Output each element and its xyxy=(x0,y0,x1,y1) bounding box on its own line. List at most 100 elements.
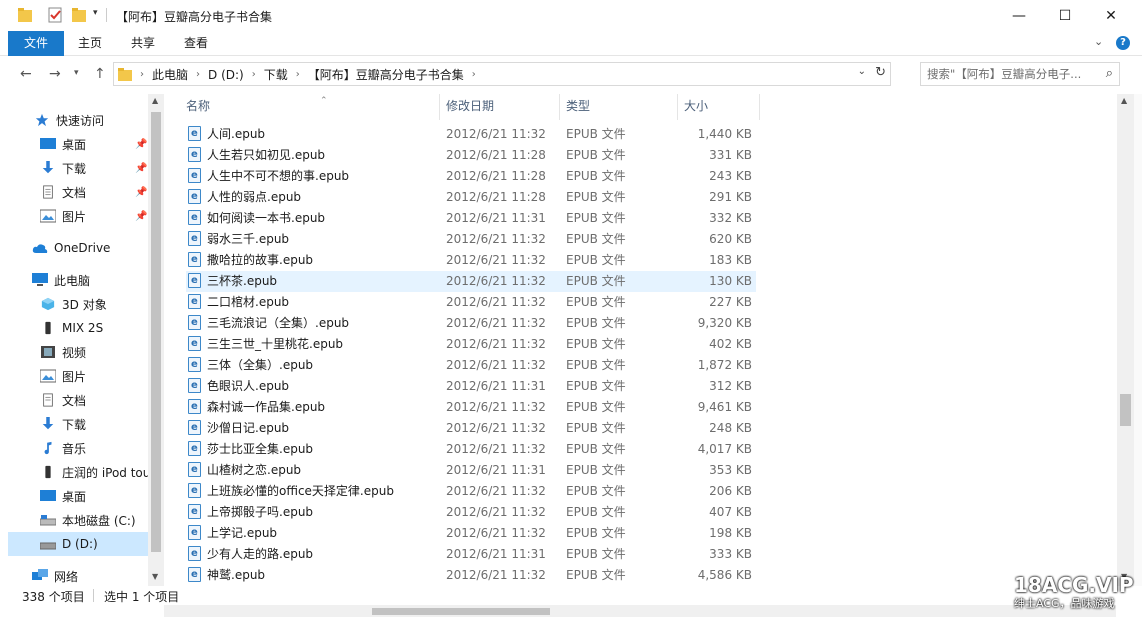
file-row[interactable]: 三生三世_十里桃花.epub 2012/6/21 11:32 EPUB 文件 402 … xyxy=(186,333,756,355)
sidebar-item-this-pc[interactable]: 此电脑 xyxy=(8,268,148,292)
file-list-scrollbar[interactable]: ▲ ▼ xyxy=(1117,94,1134,586)
file-row[interactable]: 山楂树之恋.epub 2012/6/21 11:31 EPUB 文件 353 KB xyxy=(186,459,756,481)
breadcrumb-separator-icon[interactable]: › xyxy=(296,69,300,80)
column-header-size[interactable]: 大小 xyxy=(678,94,760,120)
file-row[interactable]: 上帝掷骰子吗.epub 2012/6/21 11:32 EPUB 文件 407 KB xyxy=(186,501,756,523)
search-input[interactable] xyxy=(927,66,1093,82)
file-row[interactable]: 如何阅读一本书.epub 2012/6/21 11:31 EPUB 文件 332 KB xyxy=(186,207,756,229)
new-folder-icon[interactable] xyxy=(72,7,86,23)
sidebar-item-pictures[interactable]: 图片 xyxy=(8,364,148,388)
tab-home[interactable]: 主页 xyxy=(66,31,114,56)
address-dropdown-icon[interactable]: ⌄ xyxy=(858,66,866,77)
file-row[interactable]: 人间.epub 2012/6/21 11:32 EPUB 文件 1,440 KB xyxy=(186,123,756,145)
recent-locations-icon[interactable]: ▾ xyxy=(74,68,79,78)
file-name[interactable]: 上帝掷骰子吗.epub xyxy=(186,501,436,523)
sidebar-item-desktop[interactable]: 桌面 xyxy=(8,484,148,508)
file-name[interactable]: 三生三世_十里桃花.epub xyxy=(186,333,436,355)
scroll-up-icon[interactable]: ▲ xyxy=(152,96,158,105)
file-name[interactable]: 三体（全集）.epub xyxy=(186,354,436,376)
forward-icon[interactable]: → xyxy=(49,66,61,82)
tab-share[interactable]: 共享 xyxy=(118,31,168,56)
pin-icon[interactable]: 📌 xyxy=(135,139,147,150)
file-row[interactable]: 上学记.epub 2012/6/21 11:32 EPUB 文件 198 KB xyxy=(186,522,756,544)
horizontal-scrollbar[interactable] xyxy=(164,605,1116,617)
breadcrumb-separator-icon[interactable]: › xyxy=(196,69,200,80)
file-name[interactable]: 人生若只如初见.epub xyxy=(186,144,436,166)
file-name[interactable]: 二口棺材.epub xyxy=(186,291,436,313)
search-box[interactable]: ⌕ xyxy=(920,62,1120,86)
folder-icon[interactable] xyxy=(18,7,32,23)
tab-file[interactable]: 文件 xyxy=(8,31,64,56)
sidebar-item-network[interactable]: 网络 xyxy=(8,564,148,586)
breadcrumb-separator-icon[interactable]: › xyxy=(140,69,144,80)
help-icon[interactable]: ? xyxy=(1116,36,1130,50)
tab-view[interactable]: 查看 xyxy=(170,31,222,56)
sidebar-item-downloads[interactable]: 下载 xyxy=(8,412,148,436)
search-icon[interactable]: ⌕ xyxy=(1106,66,1113,81)
sidebar-item-3d-objects[interactable]: 3D 对象 xyxy=(8,292,148,316)
file-row[interactable]: 三毛流浪记（全集）.epub 2012/6/21 11:32 EPUB 文件 9,32… xyxy=(186,312,756,334)
file-name[interactable]: 神鹫.epub xyxy=(186,564,436,586)
properties-icon[interactable] xyxy=(48,7,64,23)
file-name[interactable]: 三杯茶.epub xyxy=(186,270,436,292)
pin-icon[interactable]: 📌 xyxy=(135,187,147,198)
file-name[interactable]: 少有人走的路.epub xyxy=(186,543,436,565)
sidebar-item-videos[interactable]: 视频 xyxy=(8,340,148,364)
breadcrumb-separator-icon[interactable]: › xyxy=(472,69,476,80)
file-list-scroll-thumb[interactable] xyxy=(1120,394,1131,426)
sidebar-item-onedrive[interactable]: OneDrive xyxy=(8,236,148,260)
file-row[interactable]: 沙僧日记.epub 2012/6/21 11:32 EPUB 文件 248 KB xyxy=(186,417,756,439)
sidebar-item-ipod[interactable]: 庄润的 iPod tou xyxy=(8,460,148,484)
file-row[interactable]: 弱水三千.epub 2012/6/21 11:32 EPUB 文件 620 KB xyxy=(186,228,756,250)
minimize-button[interactable]: — xyxy=(996,0,1042,31)
file-row[interactable]: 三体（全集）.epub 2012/6/21 11:32 EPUB 文件 1,872 K… xyxy=(186,354,756,376)
sidebar-item-pictures-pinned[interactable]: 图片 📌 xyxy=(8,204,148,228)
pin-icon[interactable]: 📌 xyxy=(135,163,147,174)
file-row[interactable]: 神鹫.epub 2012/6/21 11:32 EPUB 文件 4,586 KB xyxy=(186,564,756,586)
sidebar-item-documents[interactable]: 文档 xyxy=(8,388,148,412)
file-name[interactable]: 莎士比亚全集.epub xyxy=(186,438,436,460)
file-row[interactable]: 莎士比亚全集.epub 2012/6/21 11:32 EPUB 文件 4,017 K… xyxy=(186,438,756,460)
file-name[interactable]: 弱水三千.epub xyxy=(186,228,436,250)
column-header-type[interactable]: 类型 xyxy=(560,94,678,120)
scroll-up-icon[interactable]: ▲ xyxy=(1121,96,1127,105)
file-name[interactable]: 人性的弱点.epub xyxy=(186,186,436,208)
expand-ribbon-icon[interactable]: ⌄ xyxy=(1094,35,1103,48)
sidebar-item-quick-access[interactable]: 快速访问 xyxy=(8,108,148,132)
breadcrumb-d-drive[interactable]: D (D:) xyxy=(208,68,244,82)
file-row[interactable]: 人生中不可不想的事.epub 2012/6/21 11:28 EPUB 文件 243 … xyxy=(186,165,756,187)
file-row[interactable]: 森村诚一作品集.epub 2012/6/21 11:32 EPUB 文件 9,461 … xyxy=(186,396,756,418)
file-row[interactable]: 人生若只如初见.epub 2012/6/21 11:28 EPUB 文件 331 KB xyxy=(186,144,756,166)
file-name[interactable]: 如何阅读一本书.epub xyxy=(186,207,436,229)
file-row[interactable]: 上班族必懂的office天择定律.epub 2012/6/21 11:32 EPUB… xyxy=(186,480,756,502)
breadcrumb-downloads[interactable]: 下载 xyxy=(264,66,288,83)
file-name[interactable]: 沙僧日记.epub xyxy=(186,417,436,439)
sidebar-item-downloads-pinned[interactable]: 下载 📌 xyxy=(8,156,148,180)
scroll-down-icon[interactable]: ▼ xyxy=(152,572,158,581)
file-name[interactable]: 人间.epub xyxy=(186,123,436,145)
sidebar-scrollbar[interactable]: ▲ ▼ xyxy=(148,94,164,586)
sidebar-item-d-drive[interactable]: D (D:) xyxy=(8,532,148,556)
quick-access-dropdown-icon[interactable]: ▾ xyxy=(93,8,98,18)
file-name[interactable]: 三毛流浪记（全集）.epub xyxy=(186,312,436,334)
maximize-button[interactable]: ☐ xyxy=(1042,0,1088,31)
file-row[interactable]: 少有人走的路.epub 2012/6/21 11:31 EPUB 文件 333 KB xyxy=(186,543,756,565)
column-header-date[interactable]: 修改日期 xyxy=(440,94,560,120)
sidebar-item-desktop-pinned[interactable]: 桌面 📌 xyxy=(8,132,148,156)
file-name[interactable]: 色眼识人.epub xyxy=(186,375,436,397)
close-button[interactable]: ✕ xyxy=(1088,0,1134,31)
pin-icon[interactable]: 📌 xyxy=(135,211,147,222)
file-name[interactable]: 人生中不可不想的事.epub xyxy=(186,165,436,187)
file-row[interactable]: 二口棺材.epub 2012/6/21 11:32 EPUB 文件 227 KB xyxy=(186,291,756,313)
file-name[interactable]: 上学记.epub xyxy=(186,522,436,544)
file-name[interactable]: 森村诚一作品集.epub xyxy=(186,396,436,418)
sidebar-item-music[interactable]: 音乐 xyxy=(8,436,148,460)
back-icon[interactable]: ← xyxy=(20,66,32,82)
column-header-name[interactable]: ⌃ 名称 xyxy=(180,94,440,120)
sidebar-item-mix-2s[interactable]: MIX 2S xyxy=(8,316,148,340)
sidebar-item-documents-pinned[interactable]: 文档 📌 xyxy=(8,180,148,204)
file-name[interactable]: 撒哈拉的故事.epub xyxy=(186,249,436,271)
file-row[interactable]: 撒哈拉的故事.epub 2012/6/21 11:32 EPUB 文件 183 KB xyxy=(186,249,756,271)
breadcrumb-current-folder[interactable]: 【阿布】豆瓣高分电子书合集 xyxy=(308,66,464,83)
breadcrumb-this-pc[interactable]: 此电脑 xyxy=(152,66,188,83)
